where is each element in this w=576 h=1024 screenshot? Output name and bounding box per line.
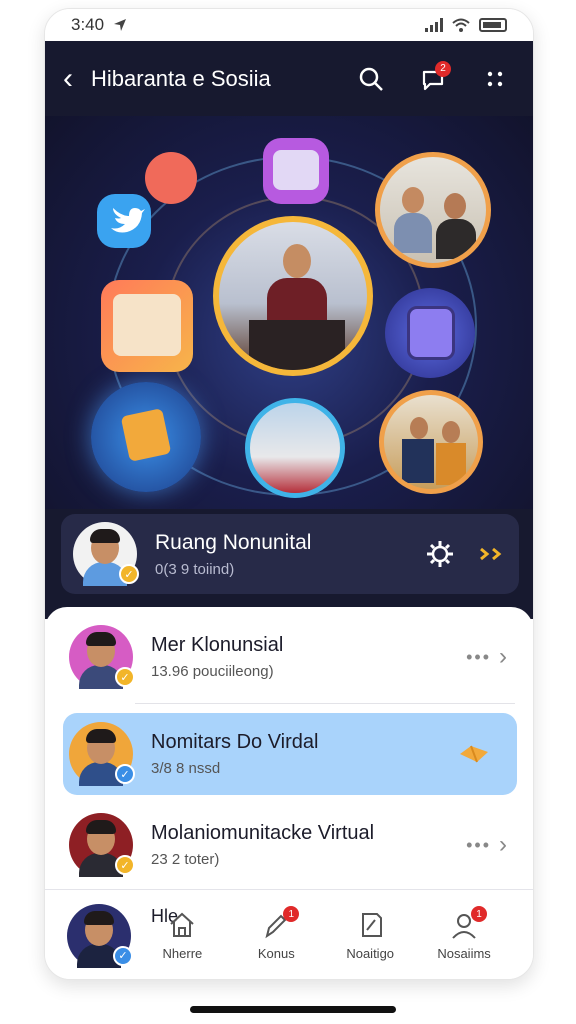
room-name: Nomitars Do Virdal [151, 731, 319, 753]
video-call-tile [101, 280, 193, 372]
room-name: Mer Klonunsial [151, 634, 284, 656]
room-meta: 3/8 8 nssd [151, 760, 221, 777]
featured-room-card[interactable]: ✓ Ruang Nonunital 0(3 9 toiind) [61, 514, 519, 594]
status-time: 3:40 [71, 15, 105, 34]
chevron-right-icon: › [499, 831, 509, 858]
home-icon [170, 912, 195, 937]
verified-badge-icon: ✓ [115, 667, 135, 687]
verified-badge-icon: ✓ [119, 564, 139, 584]
tab-label: Noaitigo [346, 946, 395, 961]
group-photo-image [245, 398, 345, 498]
more-options-button[interactable]: ••• › [466, 831, 509, 859]
phone-frame: 3:40 ‹ Hibaranta e Sosiia 2 ✓ Ruang Nonu… [44, 8, 534, 980]
room-meta: 23 2 toter) [151, 851, 220, 868]
wifi-icon [452, 18, 470, 32]
more-options-button[interactable]: ••• › [466, 643, 509, 671]
bottom-tab-bar: ✓ Hle Nherre 1 Konus Noaitigo 1 Nosaiims [45, 889, 533, 979]
tab-konus[interactable]: 1 Konus [229, 906, 323, 961]
ticket-icon[interactable] [457, 742, 491, 766]
more-dots-icon: ••• [466, 646, 491, 667]
page-title: Hibaranta e Sosiia [91, 65, 271, 91]
more-button[interactable] [475, 59, 515, 99]
tab-label: Nherre [162, 946, 203, 961]
avatar: ✓ [69, 722, 135, 786]
divider [135, 703, 515, 704]
featured-room-title: Ruang Nonunital [155, 530, 312, 554]
list-item-selected[interactable]: ✓ Nomitars Do Virdal 3/8 8 nssd [63, 713, 517, 795]
home-indicator[interactable] [190, 1006, 396, 1013]
avatar: ✓ [69, 625, 135, 689]
tab-badge: 1 [283, 906, 300, 922]
current-user[interactable]: ✓ Hle [67, 903, 178, 968]
tab-badge: 1 [471, 906, 488, 922]
search-icon [359, 67, 383, 91]
tab-label: Konus [257, 946, 295, 961]
hero-illustration [45, 116, 533, 516]
musicians-image [379, 390, 483, 494]
heart-tile [145, 152, 197, 204]
settings-icon[interactable] [425, 539, 455, 569]
forward-arrows-icon[interactable] [479, 545, 507, 563]
location-arrow-icon [114, 19, 127, 31]
avatar: ✓ [67, 903, 133, 968]
more-dots-icon [487, 71, 503, 86]
more-dots-icon: ••• [466, 834, 491, 855]
tab-noaitigo[interactable]: Noaitigo [323, 910, 417, 961]
back-arrow-icon[interactable]: ‹ [63, 62, 73, 96]
tab-home[interactable]: Nherre [135, 910, 229, 961]
chat-button[interactable]: 2 [413, 59, 453, 99]
verified-badge-icon: ✓ [115, 764, 135, 784]
featured-room-subtitle: 0(3 9 toiind) [155, 560, 235, 578]
chevron-right-icon: › [499, 643, 509, 670]
search-button[interactable] [351, 59, 391, 99]
battery-icon [479, 18, 507, 32]
list-item[interactable]: ✓ Molaniomunitacke Virtual 23 2 toter) •… [45, 803, 533, 887]
presenters-image [375, 152, 491, 268]
tab-nosaiims[interactable]: 1 Nosaiims [417, 906, 511, 961]
tab-label: Nosaiims [437, 946, 491, 961]
avatar: ✓ [69, 813, 135, 877]
verified-badge-icon: ✓ [113, 945, 133, 966]
list-item[interactable]: ✓ Mer Klonunsial 13.96 pouciileong) ••• … [45, 615, 533, 699]
camera-tile [263, 138, 329, 204]
room-name: Molaniomunitacke Virtual [151, 822, 375, 844]
room-list: ✓ Mer Klonunsial 13.96 pouciileong) ••• … [45, 607, 533, 897]
status-bar: 3:40 [45, 9, 533, 41]
avatar: ✓ [73, 522, 139, 586]
verified-badge-icon: ✓ [115, 855, 135, 875]
edit-icon [362, 913, 383, 937]
twitter-tile [97, 194, 151, 248]
app-box-bubble [91, 382, 201, 492]
notification-badge: 2 [435, 60, 451, 77]
central-event-image [213, 216, 373, 376]
tablet-bubble [385, 288, 475, 378]
room-meta: 13.96 pouciileong) [151, 663, 274, 680]
signal-icon [425, 18, 443, 32]
twitter-bird-icon [111, 208, 145, 233]
app-header: ‹ Hibaranta e Sosiia 2 [45, 41, 533, 116]
